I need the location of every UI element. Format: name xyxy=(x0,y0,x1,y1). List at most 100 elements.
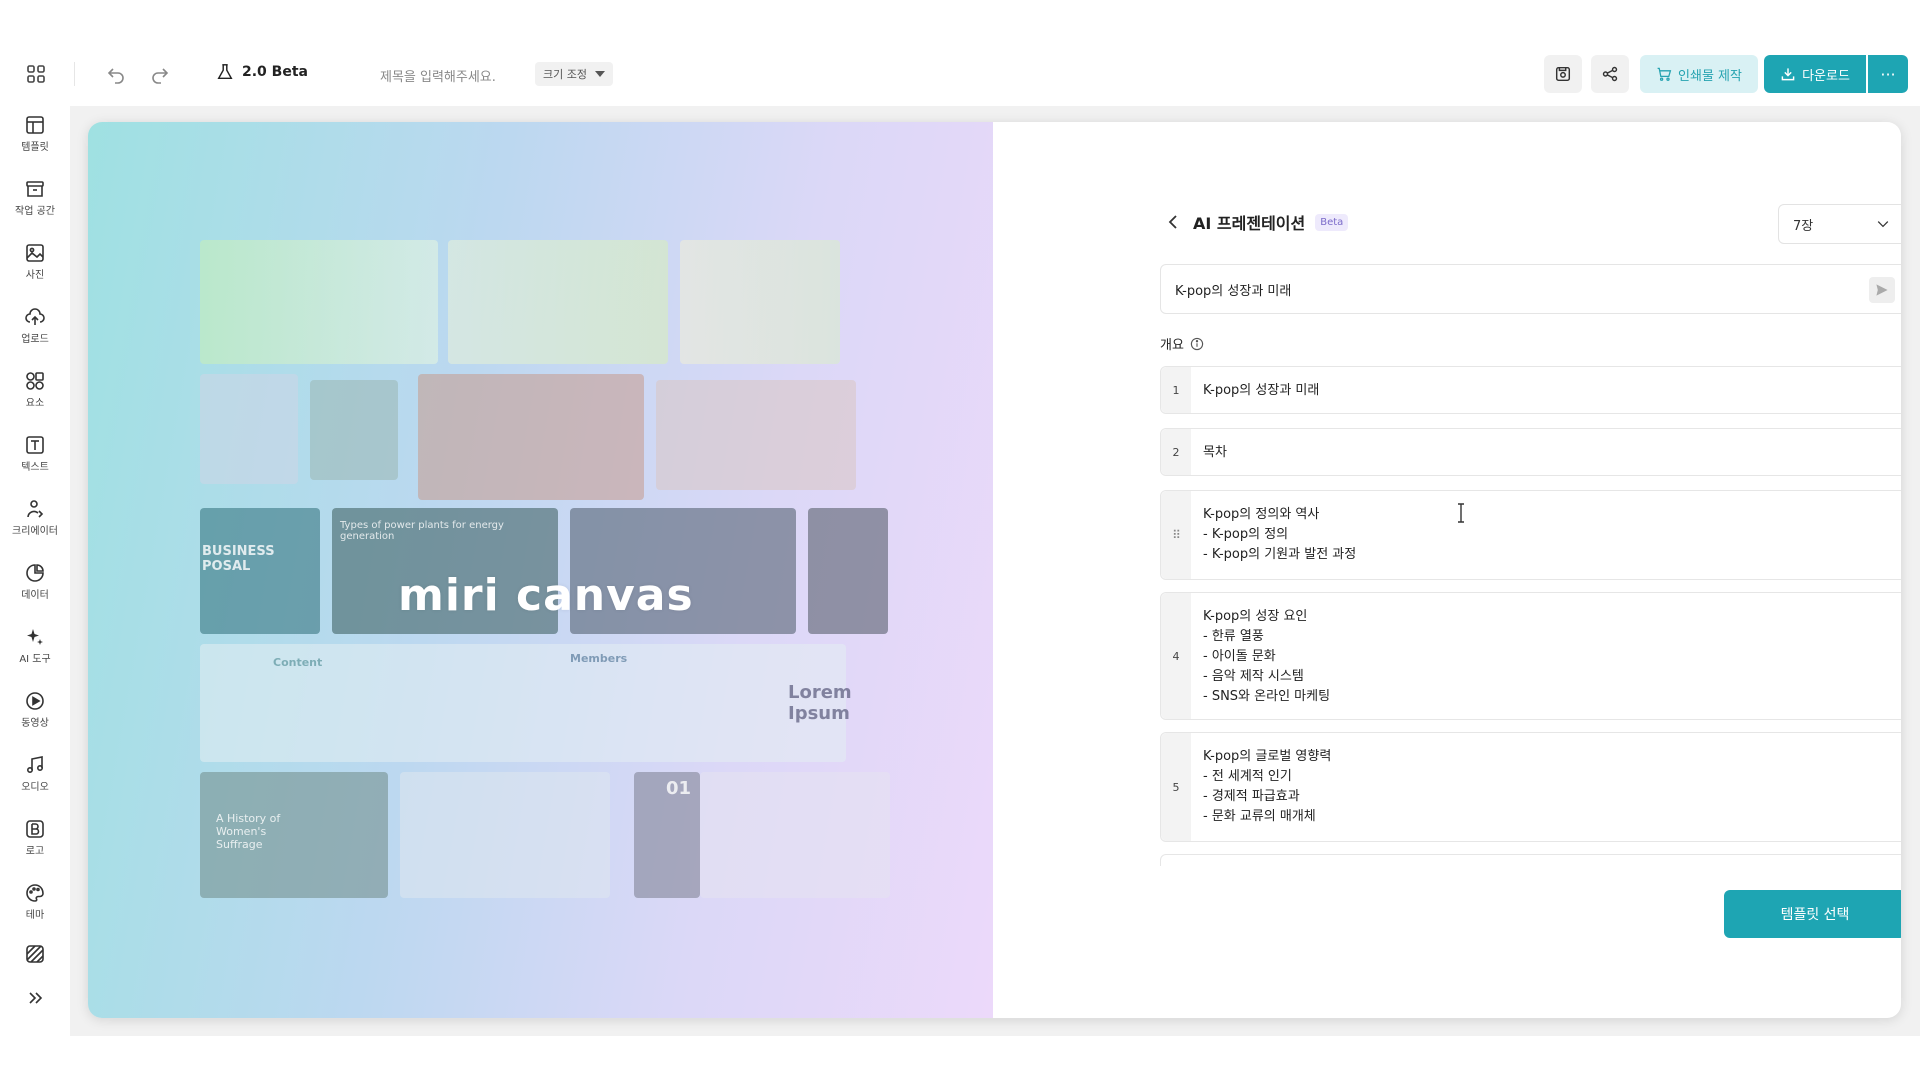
template-preview-hero: BUSINESS POSAL Types of power plants for… xyxy=(88,122,993,1018)
divider xyxy=(74,62,75,86)
palette-icon xyxy=(26,884,44,902)
save-icon xyxy=(1555,66,1571,82)
sidebar-item-upload[interactable]: 업로드 xyxy=(0,298,70,354)
template-icon xyxy=(26,116,44,134)
template-thumbnail xyxy=(680,240,840,364)
sidebar-item-label: 작업 공간 xyxy=(15,206,55,217)
thumbnail-caption: Lorem Ipsum xyxy=(788,682,852,724)
undo-icon[interactable] xyxy=(106,64,126,84)
slide-text[interactable]: K-pop의 글로벌 영향력 - 전 세계적 인기 - 경제적 파급효과 - 문… xyxy=(1191,733,1343,841)
back-chevron-icon[interactable] xyxy=(1163,212,1183,232)
sidebar-item-template[interactable]: 템플릿 xyxy=(0,106,70,162)
download-button[interactable]: 다운로드 xyxy=(1764,55,1866,93)
sidebar-item-theme[interactable]: 테마 xyxy=(0,874,70,930)
thumbnail-caption: BUSINESS POSAL xyxy=(202,544,275,574)
sidebar-item-label: 오디오 xyxy=(21,782,49,793)
outline-slide-card[interactable]: 4 K-pop의 성장 요인 - 한류 열풍 - 아이돌 문화 - 음악 제작 … xyxy=(1160,592,1901,720)
share-icon xyxy=(1602,66,1618,82)
template-thumbnail xyxy=(656,380,856,490)
upload-cloud-icon xyxy=(25,308,45,325)
sidebar-item-label: 사진 xyxy=(25,270,45,281)
send-button[interactable] xyxy=(1869,277,1895,303)
template-thumbnail xyxy=(700,772,890,898)
sidebar-item-data[interactable]: 데이터 xyxy=(0,554,70,610)
sidebar-expand-button[interactable] xyxy=(0,970,70,1026)
select-template-button[interactable]: 템플릿 선택 xyxy=(1724,890,1901,938)
outline-slide-card[interactable]: 5 K-pop의 글로벌 영향력 - 전 세계적 인기 - 경제적 파급효과 -… xyxy=(1160,732,1901,842)
ai-presentation-modal: BUSINESS POSAL Types of power plants for… xyxy=(88,122,1901,1018)
sidebar-item-label: 템플릿 xyxy=(21,142,49,153)
sidebar-item-elements[interactable]: 요소 xyxy=(0,362,70,418)
share-button[interactable] xyxy=(1591,55,1629,93)
outline-slide-card-partial[interactable] xyxy=(1160,854,1901,866)
text-cursor-icon xyxy=(1455,503,1467,523)
topic-prompt-input[interactable]: K-pop의 성장과 미래 xyxy=(1160,264,1901,314)
slide-text[interactable]: K-pop의 성장 요인 - 한류 열풍 - 아이돌 문화 - 음악 제작 시스… xyxy=(1191,593,1342,719)
thumbnail-caption: Content xyxy=(273,656,323,669)
resize-dropdown[interactable]: 크기 조정 xyxy=(535,62,613,86)
print-order-button[interactable]: 인쇄물 제작 xyxy=(1640,55,1758,93)
ai-presentation-panel: AI 프레젠테이션 Beta 7장 K-pop의 성장과 미래 개요 1 K-p… xyxy=(993,122,1901,1018)
chart-icon xyxy=(26,564,44,582)
thumbnail-caption: Types of power plants for energy generat… xyxy=(340,520,504,542)
template-thumbnail xyxy=(448,240,668,364)
sidebar-item-logo[interactable]: 로고 xyxy=(0,810,70,866)
panel-header: AI 프레젠테이션 Beta xyxy=(1163,210,1349,234)
logo-b-icon xyxy=(26,820,44,838)
thumbnail-caption: A History of Women's Suffrage xyxy=(216,812,281,851)
outline-slide-card[interactable]: ⠿ K-pop의 정의와 역사 - K-pop의 정의 - K-pop의 기원과… xyxy=(1160,490,1901,580)
sidebar-item-label: 요소 xyxy=(25,398,45,409)
archive-icon xyxy=(26,181,44,197)
prompt-value: K-pop의 성장과 미래 xyxy=(1175,283,1292,299)
slide-text[interactable]: 목차 xyxy=(1191,429,1239,475)
caret-down-icon xyxy=(594,71,605,77)
sidebar-item-video[interactable]: 동영상 xyxy=(0,682,70,738)
outline-slide-card[interactable]: 1 K-pop의 성장과 미래 xyxy=(1160,366,1901,414)
version-indicator[interactable]: 2.0 Beta xyxy=(216,63,308,81)
slide-text[interactable]: K-pop의 정의와 역사 - K-pop의 정의 - K-pop의 기원과 발… xyxy=(1191,491,1368,579)
pattern-icon xyxy=(26,945,44,963)
music-icon xyxy=(26,756,44,774)
sidebar-item-workspace[interactable]: 작업 공간 xyxy=(0,170,70,226)
left-tool-sidebar: 템플릿 작업 공간 사진 업로드 요소 텍스트 크리에이터 데이터 AI 도구 … xyxy=(0,106,70,1036)
drag-handle[interactable]: ⠿ xyxy=(1161,491,1191,579)
beta-badge: Beta xyxy=(1315,213,1349,231)
outline-label: 개요 xyxy=(1160,338,1184,353)
template-thumbnail xyxy=(400,772,610,898)
redo-icon[interactable] xyxy=(150,64,170,84)
template-thumbnail xyxy=(418,374,644,500)
slide-count-dropdown[interactable]: 7장 xyxy=(1778,204,1901,244)
sidebar-item-label: 로고 xyxy=(25,846,45,857)
panel-title: AI 프레젠테이션 xyxy=(1193,214,1306,233)
slide-number: 1 xyxy=(1161,367,1191,413)
sidebar-item-label: 업로드 xyxy=(21,334,49,345)
cart-icon xyxy=(1657,67,1672,81)
top-toolbar: 2.0 Beta 제목을 입력해주세요. 크기 조정 인쇄물 제작 다운로드 ·… xyxy=(0,50,1920,100)
save-button[interactable] xyxy=(1544,55,1582,93)
play-icon xyxy=(26,692,44,710)
document-title-input[interactable]: 제목을 입력해주세요. xyxy=(380,66,496,85)
slide-number: 2 xyxy=(1161,429,1191,475)
more-options-button[interactable]: ··· xyxy=(1868,55,1908,93)
template-thumbnail xyxy=(310,380,398,480)
slide-count-value: 7장 xyxy=(1793,218,1814,234)
info-icon[interactable] xyxy=(1190,337,1204,351)
slide-number: 5 xyxy=(1161,733,1191,841)
sidebar-item-audio[interactable]: 오디오 xyxy=(0,746,70,802)
sparkle-icon xyxy=(27,629,43,645)
template-thumbnail xyxy=(200,240,438,364)
resize-label: 크기 조정 xyxy=(543,68,587,81)
creator-icon xyxy=(27,500,44,518)
download-icon xyxy=(1781,68,1795,81)
apps-grid-icon[interactable] xyxy=(26,64,46,84)
shapes-icon xyxy=(26,372,44,390)
outline-slide-card[interactable]: 2 목차 xyxy=(1160,428,1901,476)
sidebar-item-creator[interactable]: 크리에이터 xyxy=(0,490,70,546)
sidebar-item-label: 테마 xyxy=(25,910,45,921)
slide-text[interactable]: K-pop의 성장과 미래 xyxy=(1191,367,1331,413)
template-thumbnail xyxy=(200,374,298,484)
sidebar-item-ai-tools[interactable]: AI 도구 xyxy=(0,618,70,674)
sidebar-item-text[interactable]: 텍스트 xyxy=(0,426,70,482)
sidebar-item-photo[interactable]: 사진 xyxy=(0,234,70,290)
template-thumbnail xyxy=(808,508,888,634)
